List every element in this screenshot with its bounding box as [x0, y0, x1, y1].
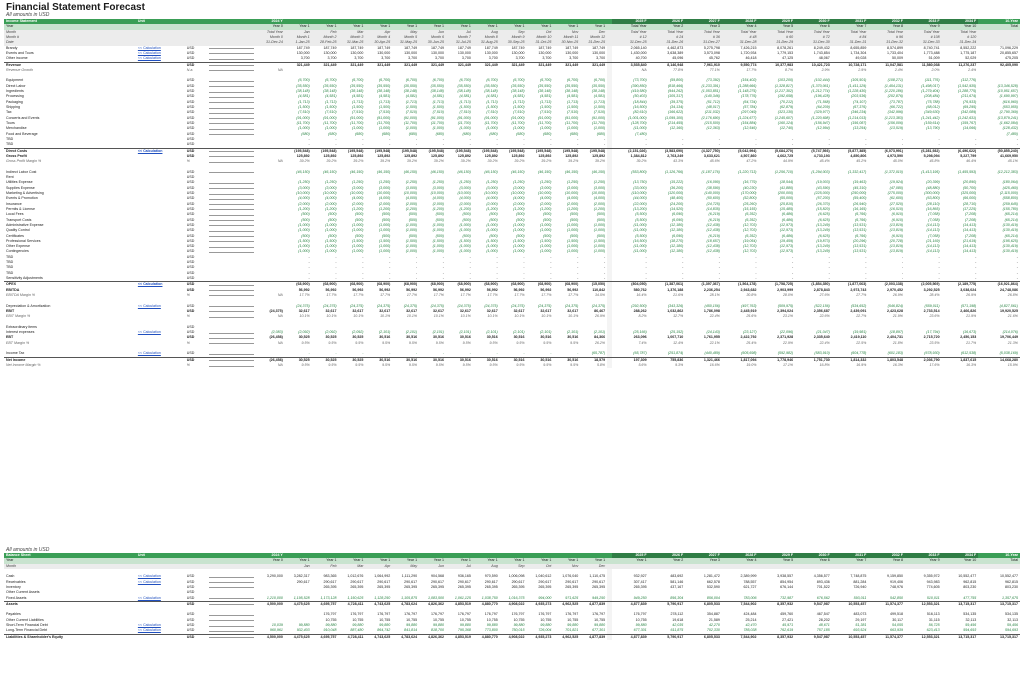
balance-sheet-table: Balance Sheet Unit 2024 Y 2025 F 2026 F 2027 … — [4, 553, 1020, 640]
cell-value: 9.5% — [543, 363, 552, 367]
cell-value: 4,728,411 — [338, 633, 366, 640]
cell-value: 9.5% — [382, 363, 391, 367]
row-label: Net Income Margin % — [6, 363, 41, 367]
table-row: Net Income Margin %% NA 9.5% 9.5% 9.5% 9.5% 9.… — [4, 363, 1020, 369]
cell-value: 9.3% — [675, 363, 684, 367]
cell-value: 4,935,273 — [526, 633, 554, 640]
income-statement-table: Income Statement Unit 2024 Y 2025 F 2026 F 20… — [4, 19, 1020, 369]
cell-value: 16.9% — [856, 363, 867, 367]
row-note — [136, 363, 185, 368]
cell-value: 11,574,377 — [868, 633, 906, 640]
row-note — [135, 633, 185, 640]
sparkline — [207, 363, 256, 368]
cell-value: 9.5% — [516, 363, 525, 367]
cell-value: 16.3% — [892, 363, 904, 367]
cell-value: 9.5% — [570, 363, 579, 367]
cell-value: 8,357,932 — [758, 633, 796, 640]
cell-value: 4,783,624 — [392, 633, 420, 640]
cell-value: 6,805,533 — [685, 633, 722, 640]
cell-value: 9.5% — [408, 363, 418, 367]
cell-value: 17.6% — [929, 363, 940, 367]
page-subtitle: All amounts in USD — [6, 12, 50, 18]
cell-value: 13,715,317 — [978, 633, 1020, 640]
cell-value: 9.5% — [328, 363, 337, 367]
table-row: Liabilities & Shareholder's Equity USD 4,5… — [4, 633, 1020, 640]
cell-value: 4,877,839 — [580, 633, 608, 640]
cell-value: NA — [277, 363, 283, 367]
cell-value: 5.8% — [596, 363, 606, 367]
cell-value: 16.3% — [966, 363, 977, 367]
cell-value: 4,826,362 — [419, 633, 446, 640]
row-unit: % — [186, 363, 190, 367]
cell-value: 4,475,625 — [284, 633, 312, 640]
cell-value: 4,908,022 — [499, 633, 527, 640]
cell-value: 7,544,902 — [721, 633, 759, 640]
cell-value: 17.1% — [782, 363, 794, 367]
cell-value: 16.8% — [819, 363, 830, 367]
cell-value: 4,743,625 — [365, 633, 393, 640]
cell-value: 9.5% — [301, 363, 310, 367]
cell-value: 5.6% — [638, 363, 647, 367]
cell-value: 4,962,525 — [553, 633, 581, 640]
row-unit: USD — [184, 633, 207, 640]
cell-value: 4,695,757 — [311, 633, 339, 640]
cell-value: 16.6% — [709, 363, 720, 367]
cell-value: 9.5% — [355, 363, 364, 367]
cell-value: 9.5% — [489, 363, 498, 367]
cell-value: 5,790,917 — [648, 633, 686, 640]
cell-value: 15.9% — [1007, 363, 1018, 367]
cell-value: 9.5% — [435, 363, 444, 367]
sparkline — [206, 633, 256, 640]
cell-value: 12,553,321 — [905, 633, 942, 640]
cell-value: 4,880,770 — [472, 633, 500, 640]
cell-value: 4,500,000 — [255, 633, 285, 640]
cell-value: 13,715,317 — [941, 633, 979, 640]
cell-value: 10,553,457 — [831, 633, 869, 640]
cell-value: 4,853,519 — [445, 633, 473, 640]
cell-value: 9.5% — [462, 363, 471, 367]
cell-value: 19.0% — [746, 363, 757, 367]
cell-value: 4,877,839 — [612, 633, 649, 640]
cell-value: 9,547,987 — [795, 633, 832, 640]
row-label: Liabilities & Shareholder's Equity — [4, 633, 136, 640]
